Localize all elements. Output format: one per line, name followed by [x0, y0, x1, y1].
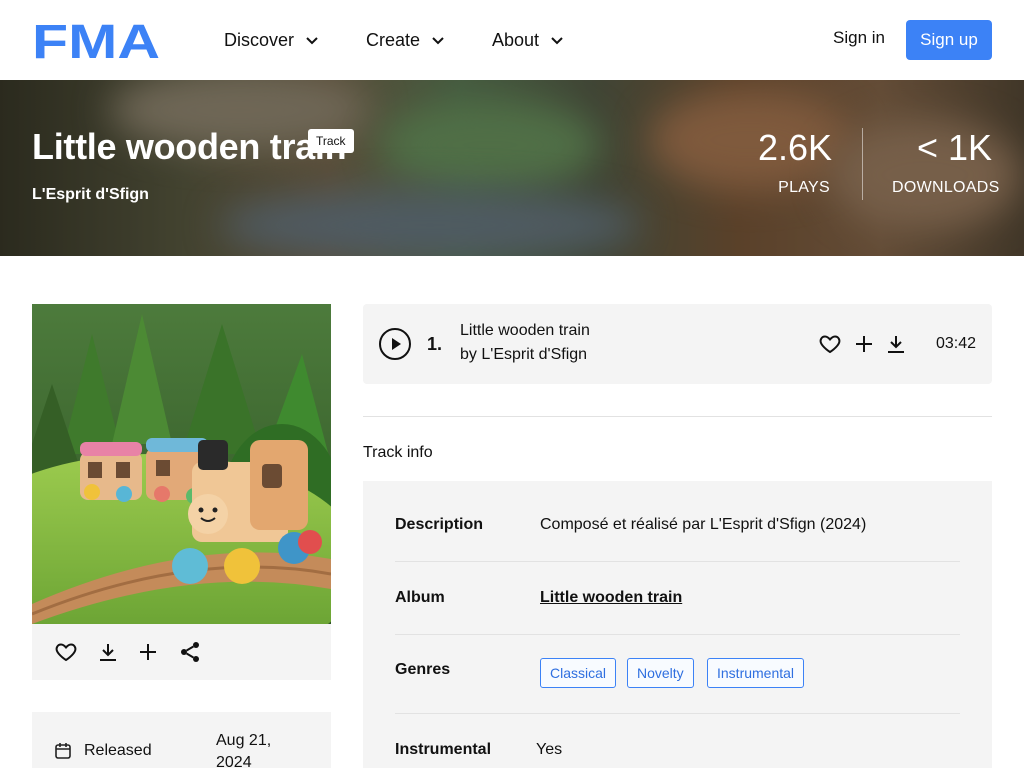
description-row: Description Composé et réalisé par L'Esp… — [395, 481, 960, 562]
hero-banner — [0, 80, 1024, 256]
share-icon[interactable] — [178, 640, 202, 664]
description-label: Description — [395, 516, 484, 533]
track-duration: 03:42 — [936, 335, 977, 352]
downloads-count: < 1K — [916, 127, 992, 168]
track-title-link[interactable]: Little wooden train — [460, 322, 590, 340]
add-icon[interactable] — [136, 640, 160, 664]
album-link[interactable]: Little wooden train — [540, 589, 682, 607]
nav-discover[interactable]: Discover — [224, 28, 320, 52]
by-prefix: by — [460, 346, 477, 363]
track-byline: by L'Esprit d'Sfign — [460, 346, 587, 364]
stat-divider — [862, 128, 863, 200]
plays-label: PLAYS — [778, 179, 830, 196]
description-value: Composé et réalisé par L'Esprit d'Sfign … — [540, 516, 867, 533]
sign-in-link[interactable]: Sign in — [833, 28, 885, 48]
track-artist-link[interactable]: L'Esprit d'Sfign — [481, 346, 587, 363]
download-icon[interactable] — [96, 640, 120, 664]
nav-discover-label: Discover — [224, 29, 295, 50]
plays-stat: 2.6K PLAYS — [758, 127, 833, 197]
chevron-down-icon — [551, 37, 563, 45]
genres-label: Genres — [395, 661, 451, 678]
fma-logo[interactable]: FMA — [32, 20, 160, 60]
track-info-heading: Track info — [363, 444, 433, 461]
nav-about[interactable]: About — [492, 28, 565, 52]
add-icon[interactable] — [852, 332, 876, 356]
chevron-down-icon — [306, 37, 318, 45]
nav-about-label: About — [492, 29, 540, 50]
cover-art-image — [32, 304, 331, 624]
released-info: Released Aug 21, 2024 — [32, 712, 331, 768]
wooden-train-illustration — [32, 304, 331, 624]
genre-tag-classical[interactable]: Classical — [540, 658, 617, 688]
instrumental-row: Instrumental Yes — [395, 714, 960, 768]
track-type-badge: Track — [308, 129, 354, 153]
released-date: Aug 21, 2024 — [216, 732, 272, 768]
genre-tags: Classical Novelty Instrumental — [540, 658, 840, 688]
nav-create[interactable]: Create — [366, 28, 446, 52]
instrumental-value: Yes — [536, 741, 563, 758]
svg-text:FMA: FMA — [32, 20, 160, 60]
genres-row: Genres Classical Novelty Instrumental — [395, 635, 960, 714]
artist-link[interactable]: L'Esprit d'Sfign — [32, 186, 149, 204]
genre-tag-instrumental[interactable]: Instrumental — [707, 658, 805, 688]
chevron-down-icon — [432, 37, 444, 45]
section-divider — [363, 416, 992, 417]
top-navigation: FMA Discover Create About Sign in Sign u… — [0, 0, 1024, 80]
track-row: 1. Little wooden train by L'Esprit d'Sfi… — [363, 304, 992, 384]
track-number: 1. — [427, 334, 443, 354]
downloads-stat: < 1K DOWNLOADS — [892, 127, 1000, 197]
hero-overlay — [0, 80, 1024, 256]
heart-icon[interactable] — [54, 640, 78, 664]
downloads-label: DOWNLOADS — [892, 179, 1000, 196]
play-icon[interactable] — [379, 328, 411, 360]
cover-actions-bar — [32, 624, 331, 680]
heart-icon[interactable] — [818, 332, 842, 356]
released-label: Released — [84, 742, 152, 759]
nav-create-label: Create — [366, 29, 421, 50]
sign-up-button[interactable]: Sign up — [906, 20, 992, 60]
album-label: Album — [395, 589, 445, 606]
download-icon[interactable] — [884, 332, 908, 356]
album-row: Album Little wooden train — [395, 562, 960, 635]
instrumental-label: Instrumental — [395, 741, 492, 758]
genre-tag-novelty[interactable]: Novelty — [627, 658, 694, 688]
plays-count: 2.6K — [758, 127, 833, 168]
calendar-icon — [55, 743, 71, 759]
track-title-heading: Little wooden train — [32, 126, 347, 167]
track-info-table: Description Composé et réalisé par L'Esp… — [363, 481, 992, 768]
